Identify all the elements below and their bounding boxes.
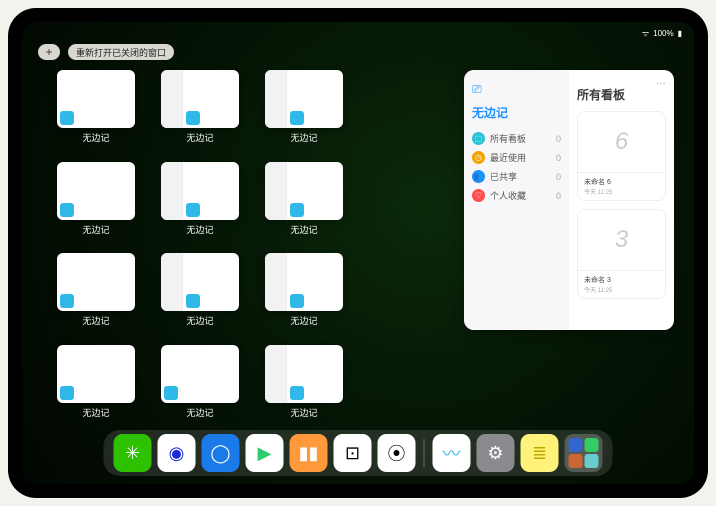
category-item[interactable]: ⬚ 所有看板 0 [472,129,561,148]
window-thumb[interactable]: 无边记 [154,70,246,152]
ipad-frame: ᯤ 100% ▮ + 重新打开已关闭的窗口 无边记无边记无边记无边记无边记无边记… [8,8,708,498]
dock-app-quark-hd[interactable]: ◉ [158,434,196,472]
thumb-label: 无边记 [82,223,109,236]
board-date: 今天 11:25 [584,285,659,294]
category-count: 0 [556,153,561,163]
category-icon: ◷ [472,151,485,164]
dock-app-share[interactable]: ⦿ [378,434,416,472]
thumb-preview [161,162,239,220]
thumb-label: 无边记 [186,131,213,144]
dock-app-wechat[interactable]: ✳ [114,434,152,472]
thumb-preview [57,162,135,220]
window-thumb[interactable]: 无边记 [154,162,246,244]
category-label: 所有看板 [490,132,526,145]
board-name: 未命名 3 [584,275,659,285]
thumb-label: 无边记 [290,406,317,419]
window-thumb[interactable]: 无边记 [50,253,142,335]
sidebar-icon[interactable]: ⎚ [472,82,482,96]
thumb-preview [265,70,343,128]
battery-icon: ▮ [678,29,682,38]
category-label: 最近使用 [490,151,526,164]
board-preview: 6 [578,112,665,172]
thumb-preview [161,253,239,311]
thumb-label: 无边记 [82,131,109,144]
dock-app-books[interactable]: ▮▮ [290,434,328,472]
content-area: 无边记无边记无边记无边记无边记无边记无边记无边记无边记无边记无边记无边记 … ⎚… [50,70,674,426]
freeform-sidebar-panel[interactable]: … ⎚ 无边记 ⬚ 所有看板 0 ◷ 最近使用 0 👥 已共享 0 ♡ 个人收藏 0 所有看板 6 未命… [464,70,674,330]
category-icon: ⬚ [472,132,485,145]
category-icon: 👥 [472,170,485,183]
reopen-label: 重新打开已关闭的窗口 [76,46,166,59]
dock-app-settings[interactable]: ⚙ [477,434,515,472]
thumb-label: 无边记 [290,131,317,144]
thumb-preview [161,70,239,128]
thumb-preview [57,253,135,311]
dock-app-cube[interactable]: ⊡ [334,434,372,472]
thumb-label: 无边记 [82,406,109,419]
thumb-label: 无边记 [186,314,213,327]
thumb-label: 无边记 [186,406,213,419]
category-item[interactable]: ◷ 最近使用 0 [472,148,561,167]
category-icon: ♡ [472,189,485,202]
thumb-preview [265,162,343,220]
top-bar: + 重新打开已关闭的窗口 [38,44,174,60]
category-count: 0 [556,134,561,144]
category-label: 个人收藏 [490,189,526,202]
status-bar: ᯤ 100% ▮ [22,26,694,40]
window-thumb[interactable]: 无边记 [258,162,350,244]
category-count: 0 [556,191,561,201]
panel-left: ⎚ 无边记 ⬚ 所有看板 0 ◷ 最近使用 0 👥 已共享 0 ♡ 个人收藏 0 [464,70,569,330]
window-thumb[interactable]: 无边记 [50,345,142,427]
window-thumb[interactable]: 无边记 [154,253,246,335]
window-thumb[interactable]: 无边记 [50,70,142,152]
wifi-icon: ᯤ [642,28,649,39]
dock-app-freeform[interactable]: 〰 [433,434,471,472]
reopen-closed-window-button[interactable]: 重新打开已关闭的窗口 [68,44,174,60]
window-thumb[interactable]: 无边记 [258,70,350,152]
board-date: 今天 11:25 [584,187,659,196]
screen: ᯤ 100% ▮ + 重新打开已关闭的窗口 无边记无边记无边记无边记无边记无边记… [22,22,694,484]
thumb-label: 无边记 [290,314,317,327]
thumb-preview [57,345,135,403]
category-item[interactable]: ♡ 个人收藏 0 [472,186,561,205]
panel-right: 所有看板 6未命名 6今天 11:253未命名 3今天 11:25 [569,70,674,330]
dock-app-library[interactable] [565,434,603,472]
category-count: 0 [556,172,561,182]
dock-app-video[interactable]: ▶ [246,434,284,472]
category-item[interactable]: 👥 已共享 0 [472,167,561,186]
thumb-preview [57,70,135,128]
dock-separator [424,439,425,467]
dock-app-notes[interactable]: ≣ [521,434,559,472]
panel-title-right: 所有看板 [577,86,666,103]
thumb-preview [265,253,343,311]
thumb-label: 无边记 [290,223,317,236]
board-preview: 3 [578,210,665,270]
board-card[interactable]: 6 未命名 6今天 11:25 [577,111,666,201]
dock-app-quark[interactable]: ◯ [202,434,240,472]
window-thumb[interactable]: 无边记 [50,162,142,244]
thumb-label: 无边记 [186,223,213,236]
thumb-label: 无边记 [82,314,109,327]
new-tab-button[interactable]: + [38,44,60,60]
more-icon[interactable]: … [656,76,666,87]
window-thumb[interactable]: 无边记 [258,345,350,427]
panel-title-left: 无边记 [472,104,561,121]
category-label: 已共享 [490,170,517,183]
window-thumb[interactable]: 无边记 [258,253,350,335]
battery-label: 100% [653,29,673,38]
thumb-preview [265,345,343,403]
window-thumb[interactable]: 无边记 [154,345,246,427]
board-card[interactable]: 3 未命名 3今天 11:25 [577,209,666,299]
board-name: 未命名 6 [584,177,659,187]
dock: ✳◉◯▶▮▮⊡⦿ 〰⚙≣ [104,430,613,476]
thumb-preview [161,345,239,403]
window-grid: 无边记无边记无边记无边记无边记无边记无边记无边记无边记无边记无边记无边记 [50,70,464,426]
plus-icon: + [45,45,52,59]
